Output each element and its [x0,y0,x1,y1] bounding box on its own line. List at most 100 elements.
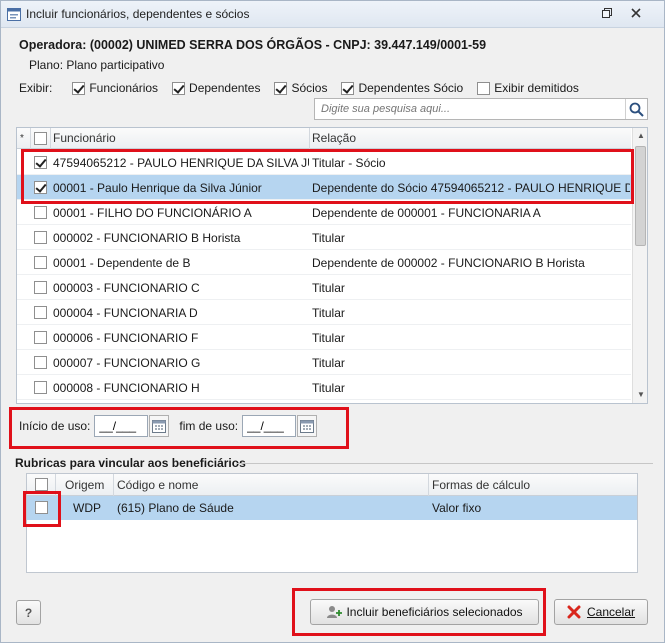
help-icon: ? [24,605,33,620]
grid-col-sep [50,128,51,149]
filter-exibir-demitidos-checkbox[interactable] [477,81,491,95]
grid-header-marker: * [20,133,24,144]
funcionario-cell: 00001 - Paulo Henrique da Silva Júnior [53,181,262,195]
filter-socios-checkbox[interactable] [274,81,288,95]
scroll-thumb[interactable] [635,146,646,246]
table-row[interactable]: 000004 - FUNCIONARIA D Titular [17,300,631,325]
table-row[interactable]: 000006 - FUNCIONARIO F Titular [17,325,631,350]
row-checkbox[interactable] [34,306,47,319]
date-range: Início de uso: fim de uso: [19,415,318,437]
close-red-icon [567,605,581,619]
scroll-up-icon[interactable]: ▲ [633,128,647,144]
search-box [314,98,648,120]
inicio-calendar-button[interactable] [149,415,170,437]
operadora-label: Operadora: (00002) UNIMED SERRA DOS ÓRGÃ… [19,38,487,52]
relacao-cell: Titular [312,306,345,320]
grid-col-sep [55,474,56,496]
scroll-down-icon[interactable]: ▼ [633,387,647,403]
row-checkbox[interactable] [34,181,47,194]
rubrica-row-checkbox[interactable] [35,501,48,514]
calendar-icon [300,419,315,433]
window-title: Incluir funcionários, dependentes e sóci… [26,7,250,21]
table-row[interactable]: 000007 - FUNCIONARIO G Titular [17,350,631,375]
filter-dependentes[interactable]: Dependentes [172,81,260,95]
funcionario-cell: 000008 - FUNCIONARIO H [53,381,200,395]
rubricas-title: Rubricas para vincular aos beneficiários [15,456,246,470]
filter-funcionarios-label: Funcionários [89,81,159,95]
relacao-cell: Titular - Sócio [312,156,386,170]
close-icon[interactable] [627,6,645,22]
search-icon [629,102,644,117]
calendar-icon [152,419,167,433]
column-header-funcionario[interactable]: Funcionário [53,131,116,145]
filter-dependentes-socio[interactable]: Dependentes Sócio [341,81,463,95]
employees-grid: * Funcionário Relação 47594065212 - PAUL… [16,127,648,404]
table-row[interactable]: 47594065212 - PAULO HENRIQUE DA SILVA JU… [17,150,631,175]
cancel-button[interactable]: Cancelar [554,599,648,625]
table-row[interactable]: 00001 - Paulo Henrique da Silva Júnior D… [17,175,631,200]
fim-uso-label: fim de uso: [179,419,239,433]
filter-dependentes-checkbox[interactable] [172,81,186,95]
add-user-icon [327,606,343,618]
row-checkbox[interactable] [34,231,47,244]
search-button[interactable] [625,99,647,119]
select-all-checkbox[interactable] [34,132,47,145]
app-icon [7,8,21,21]
filter-dependentes-socio-label: Dependentes Sócio [358,81,464,95]
rubrica-row[interactable]: WDP (615) Plano de Sáude Valor fixo [27,496,637,520]
filter-bar: Exibir: Funcionários Dependentes Sócios … [19,81,593,95]
table-row[interactable]: 000002 - FUNCIONARIO B Horista Titular [17,225,631,250]
funcionario-cell: 000003 - FUNCIONARIO C [53,281,200,295]
filter-socios[interactable]: Sócios [274,81,327,95]
column-header-formas[interactable]: Formas de cálculo [432,478,530,492]
help-button[interactable]: ? [16,600,41,625]
row-checkbox[interactable] [34,206,47,219]
forma-cell: Valor fixo [432,501,482,515]
inicio-uso-input[interactable] [94,415,149,437]
row-checkbox[interactable] [34,156,47,169]
filter-exibir-demitidos-label: Exibir demitidos [494,81,579,95]
title-bar: Incluir funcionários, dependentes e sóci… [1,1,664,28]
funcionario-cell: 000002 - FUNCIONARIO B Horista [53,231,241,245]
grid-col-sep [428,474,429,496]
codigo-cell: (615) Plano de Sáude [117,501,234,515]
funcionario-cell: 000006 - FUNCIONARIO F [53,331,199,345]
incluir-beneficiarios-button[interactable]: Incluir beneficiários selecionados [310,599,539,625]
vertical-scrollbar[interactable]: ▲ ▼ [632,128,647,403]
table-row[interactable]: 000003 - FUNCIONARIO C Titular [17,275,631,300]
table-row[interactable]: 00001 - Dependente de B Dependente de 00… [17,250,631,275]
filter-funcionarios[interactable]: Funcionários [72,81,158,95]
fim-calendar-button[interactable] [297,415,318,437]
funcionario-cell: 000004 - FUNCIONARIA D [53,306,198,320]
table-row[interactable]: 00001 - FILHO DO FUNCIONÁRIO A Dependent… [17,200,631,225]
funcionario-cell: 47594065212 - PAULO HENRIQUE DA SILVA JU… [53,156,309,170]
origem-cell: WDP [73,501,101,515]
filter-funcionarios-checkbox[interactable] [72,81,86,95]
search-input[interactable] [315,99,625,119]
rubricas-grid: Origem Código e nome Formas de cálculo W… [26,473,638,573]
filter-exibir-demitidos[interactable]: Exibir demitidos [477,81,579,95]
column-header-origem[interactable]: Origem [65,478,104,492]
filter-socios-label: Sócios [291,81,328,95]
row-checkbox[interactable] [34,281,47,294]
row-checkbox[interactable] [34,381,47,394]
restore-icon[interactable] [598,6,616,22]
table-row[interactable]: 000008 - FUNCIONARIO H Titular [17,375,631,400]
grid-col-sep [113,474,114,496]
row-checkbox[interactable] [34,356,47,369]
section-divider [237,463,653,464]
row-checkbox[interactable] [34,331,47,344]
fim-uso-input[interactable] [242,415,297,437]
column-header-relacao[interactable]: Relação [312,131,356,145]
relacao-cell: Titular [312,381,345,395]
filter-dependentes-socio-checkbox[interactable] [341,81,355,95]
inicio-uso-label: Início de uso: [19,419,91,433]
relacao-cell: Dependente de 000001 - FUNCIONARIA A [312,206,541,220]
relacao-cell: Titular [312,281,345,295]
relacao-cell: Dependente do Sócio 47594065212 - PAULO … [312,181,630,195]
cancel-label: Cancelar [586,605,636,619]
column-header-codigo[interactable]: Código e nome [117,478,198,492]
rubricas-select-all-checkbox[interactable] [35,478,48,491]
row-checkbox[interactable] [34,256,47,269]
rubricas-header: Origem Código e nome Formas de cálculo [27,474,637,496]
